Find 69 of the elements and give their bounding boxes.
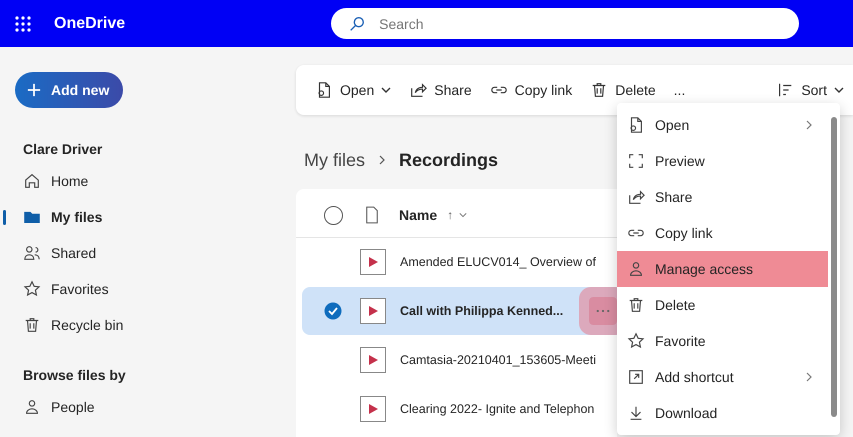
menu-item[interactable]: Copy link xyxy=(617,215,828,251)
add-new-button[interactable]: Add new xyxy=(15,72,123,108)
menu-item[interactable]: Add shortcut xyxy=(617,359,828,395)
file-name[interactable]: Amended ELUCV014_ Overview of xyxy=(400,255,596,269)
trash-icon xyxy=(590,81,608,99)
column-header[interactable]: Name xyxy=(399,207,438,223)
file-row[interactable]: Call with Philippa Kenned... xyxy=(302,287,617,335)
menu-item[interactable]: Preview xyxy=(617,143,828,179)
search-field[interactable]: Search xyxy=(331,8,800,39)
trash-icon xyxy=(627,296,645,314)
sort-button[interactable]: Sort xyxy=(767,74,853,106)
chevron-right-icon xyxy=(804,372,814,382)
file-type-icon xyxy=(365,206,379,224)
toolbar-button[interactable]: Copy link xyxy=(480,74,582,106)
share-icon xyxy=(627,188,645,206)
sort-icon xyxy=(776,81,794,99)
section-heading: Browse files by xyxy=(23,367,127,383)
nav-item[interactable]: Home xyxy=(0,163,296,199)
app-launcher-icon[interactable] xyxy=(14,14,32,32)
file-name[interactable]: Clearing 2022- Ignite and Telephon xyxy=(400,402,594,416)
search-icon xyxy=(348,15,366,33)
nav-item[interactable]: Shared xyxy=(0,235,296,271)
chevron-right-icon xyxy=(804,120,814,130)
chevron-down-icon xyxy=(834,85,844,95)
people-icon xyxy=(23,244,41,262)
nav-item[interactable]: My files xyxy=(0,199,296,235)
user-name: Clare Driver xyxy=(23,141,104,157)
nav-item[interactable]: People xyxy=(0,389,296,425)
breadcrumb-link[interactable]: My files xyxy=(304,150,366,170)
checkmark-circle-icon[interactable] xyxy=(324,302,342,320)
select-all-circle[interactable] xyxy=(324,206,343,224)
preview-icon xyxy=(627,152,645,170)
plus-icon xyxy=(27,83,41,97)
toolbar-button[interactable]: Open xyxy=(306,74,400,106)
menu-item[interactable]: Favorite xyxy=(617,323,828,359)
file-row[interactable]: Camtasia-20210401_153605-Meeti xyxy=(302,336,617,384)
breadcrumb-link[interactable]: Recordings xyxy=(399,150,498,170)
toolbar-button[interactable]: Share xyxy=(400,74,481,106)
star-icon xyxy=(23,280,41,298)
file-row[interactable]: Clearing 2022- Ignite and Telephon xyxy=(302,385,617,433)
more-icon xyxy=(596,309,610,313)
toolbar-button[interactable]: ... xyxy=(664,74,694,106)
nav-item[interactable]: Recycle bin xyxy=(0,307,296,343)
app-name: OneDrive xyxy=(54,14,126,32)
toolbar-button[interactable]: Delete xyxy=(581,74,665,106)
menu-item[interactable]: Download xyxy=(617,395,828,431)
star-icon xyxy=(627,332,645,350)
menu-item[interactable]: Manage access xyxy=(617,251,828,287)
file-name[interactable]: Call with Philippa Kenned... xyxy=(400,304,564,318)
home-icon xyxy=(23,172,41,190)
shortcut-icon xyxy=(627,368,645,386)
nav-item[interactable]: Favorites xyxy=(0,271,296,307)
person-icon xyxy=(627,260,645,278)
menu-item[interactable]: Delete xyxy=(617,287,828,323)
video-file-icon xyxy=(360,347,386,373)
sort-indicator: ↑ xyxy=(447,208,454,222)
video-file-icon xyxy=(360,396,386,422)
trash-icon xyxy=(23,316,41,334)
chevron-down-icon xyxy=(381,85,392,95)
chevron-down-icon[interactable] xyxy=(459,211,468,219)
share-icon xyxy=(409,81,428,99)
video-file-icon xyxy=(360,249,386,275)
file-name[interactable]: Camtasia-20210401_153605-Meeti xyxy=(400,353,596,367)
file-row[interactable]: Amended ELUCV014_ Overview of xyxy=(302,238,617,286)
menu-item[interactable]: Share xyxy=(617,179,828,215)
person-icon xyxy=(23,398,41,416)
menu-item[interactable]: Open xyxy=(617,107,828,143)
chevron-right-icon xyxy=(377,155,388,165)
video-file-icon xyxy=(360,298,386,324)
